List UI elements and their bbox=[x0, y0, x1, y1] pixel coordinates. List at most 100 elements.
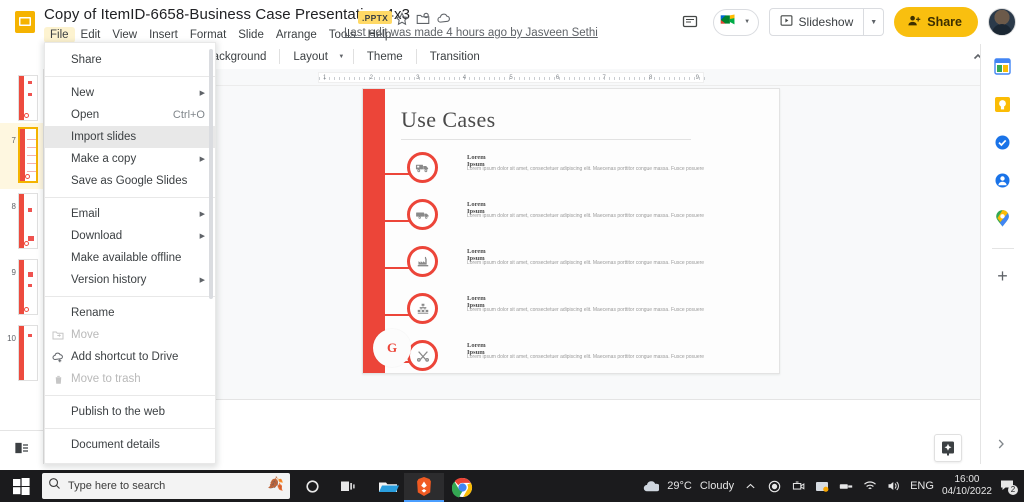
search-input[interactable]: Type here to search 🍂 bbox=[42, 473, 290, 499]
menu-scrollbar[interactable] bbox=[209, 49, 213, 299]
document-title[interactable]: Copy of ItemID-6658-Business Case Presen… bbox=[44, 6, 410, 23]
file-menu-dropdown[interactable]: Share New ▶ Open Ctrl+O Import slides Ma… bbox=[44, 42, 216, 464]
chevron-down-icon[interactable]: ▼ bbox=[742, 19, 753, 25]
slide-thumbnail[interactable] bbox=[18, 259, 38, 315]
row-body: Lorem ipsum dolor sit amet, consectetuer… bbox=[467, 166, 705, 172]
ruler-tick: 3 bbox=[416, 74, 420, 81]
menu-slide[interactable]: Slide bbox=[232, 27, 270, 43]
explore-button[interactable] bbox=[934, 434, 962, 462]
slides-doc-icon[interactable] bbox=[12, 9, 38, 35]
menu-item-import-slides[interactable]: Import slides bbox=[45, 126, 215, 148]
volume-icon[interactable] bbox=[886, 478, 902, 494]
menu-item-rename[interactable]: Rename bbox=[45, 302, 215, 324]
share-label: Share bbox=[927, 15, 962, 29]
list-item[interactable]: 8 bbox=[0, 189, 43, 255]
row-body: Lorem ipsum dolor sit amet, consectetuer… bbox=[467, 260, 705, 266]
row-body: Lorem ipsum dolor sit amet, consectetuer… bbox=[467, 307, 705, 313]
slide-number: 9 bbox=[11, 268, 16, 277]
layout-button[interactable]: Layout ▼ bbox=[286, 46, 347, 68]
clock-date: 04/10/2022 bbox=[941, 486, 992, 497]
list-item[interactable]: 7 bbox=[0, 123, 43, 189]
menu-file[interactable]: File bbox=[44, 26, 75, 43]
slide-thumbnail[interactable] bbox=[18, 75, 38, 121]
explore-icon bbox=[942, 441, 954, 456]
menu-edit[interactable]: Edit bbox=[75, 27, 107, 43]
slide-thumbnail[interactable] bbox=[18, 325, 38, 381]
ruler-tick: 8 bbox=[649, 74, 653, 81]
menu-item-new[interactable]: New ▶ bbox=[45, 82, 215, 104]
menu-item-publish-to-the-web[interactable]: Publish to the web bbox=[45, 401, 215, 423]
filmstrip-view-toggle[interactable] bbox=[0, 430, 43, 464]
comment-history-icon[interactable] bbox=[677, 9, 703, 35]
slide-thumbnail[interactable] bbox=[18, 193, 38, 249]
brave-browser-icon[interactable] bbox=[404, 473, 444, 502]
slideshow-button[interactable]: Slideshow bbox=[768, 8, 865, 36]
usb-icon[interactable] bbox=[838, 478, 854, 494]
menu-item-make-a-copy[interactable]: Make a copy ▶ bbox=[45, 148, 215, 170]
google-maps-icon[interactable] bbox=[993, 208, 1013, 228]
taskbar-clock[interactable]: 16:00 04/10/2022 bbox=[942, 474, 992, 499]
windows-start-icon[interactable] bbox=[10, 476, 32, 496]
weather-desc[interactable]: Cloudy bbox=[700, 480, 734, 492]
google-meet-icon bbox=[719, 11, 739, 33]
thumb-line bbox=[27, 139, 36, 140]
menu-arrange[interactable]: Arrange bbox=[270, 27, 323, 43]
trash-icon bbox=[51, 372, 65, 386]
cortana-icon[interactable] bbox=[300, 474, 324, 498]
transition-button[interactable]: Transition bbox=[423, 48, 487, 66]
menu-item-make-available-offline[interactable]: Make available offline bbox=[45, 247, 215, 269]
menu-item-download[interactable]: Download ▶ bbox=[45, 225, 215, 247]
slideshow-options-caret[interactable]: ▼ bbox=[864, 8, 885, 36]
drive-cloud-status-icon[interactable] bbox=[436, 11, 453, 28]
show-hidden-icons-chevron[interactable] bbox=[742, 478, 758, 494]
wifi-icon[interactable] bbox=[862, 478, 878, 494]
search-icon bbox=[48, 477, 61, 495]
task-view-icon[interactable] bbox=[336, 474, 360, 498]
menu-item-label: Move to trash bbox=[71, 373, 141, 385]
google-keep-icon[interactable] bbox=[993, 94, 1013, 114]
weather-temp[interactable]: 29°C bbox=[667, 480, 692, 492]
thumb-line bbox=[27, 171, 36, 172]
list-item[interactable]: 10 bbox=[0, 321, 43, 387]
menu-insert[interactable]: Insert bbox=[143, 27, 184, 43]
thumb-logo-dot bbox=[25, 174, 30, 179]
slide-title[interactable]: Use Cases bbox=[401, 107, 496, 133]
toolbar-divider bbox=[415, 49, 417, 64]
menu-item-open[interactable]: Open Ctrl+O bbox=[45, 104, 215, 126]
list-item[interactable] bbox=[0, 71, 43, 123]
expand-panel-button[interactable] bbox=[996, 438, 1006, 453]
language-indicator[interactable]: ENG bbox=[910, 480, 934, 492]
menu-item-version-history[interactable]: Version history ▶ bbox=[45, 269, 215, 291]
action-center-icon[interactable]: 2 bbox=[1000, 478, 1018, 495]
menu-item-save-as-google-slides[interactable]: Save as Google Slides bbox=[45, 170, 215, 192]
theme-button[interactable]: Theme bbox=[360, 48, 410, 66]
menu-item-email[interactable]: Email ▶ bbox=[45, 203, 215, 225]
menu-item-add-shortcut-to-drive[interactable]: Add shortcut to Drive bbox=[45, 346, 215, 368]
chevron-down-icon[interactable]: ▼ bbox=[336, 54, 347, 60]
list-item[interactable]: 9 bbox=[0, 255, 43, 321]
menu-format[interactable]: Format bbox=[184, 27, 232, 43]
last-edit-info[interactable]: Last edit was made 4 hours ago by Jasvee… bbox=[344, 27, 598, 39]
menu-item-label: Add shortcut to Drive bbox=[71, 351, 179, 363]
slide-logo-badge: G bbox=[373, 329, 411, 367]
menu-view[interactable]: View bbox=[106, 27, 143, 43]
menu-item-share[interactable]: Share bbox=[45, 49, 215, 71]
add-app-button[interactable]: + bbox=[997, 267, 1008, 285]
file-explorer-icon[interactable] bbox=[368, 473, 408, 502]
share-button[interactable]: Share bbox=[894, 7, 978, 37]
ruler-tick: 6 bbox=[555, 74, 560, 81]
move-to-folder-icon[interactable] bbox=[415, 11, 432, 28]
google-tasks-icon[interactable] bbox=[993, 132, 1013, 152]
avatar[interactable] bbox=[988, 8, 1016, 36]
slide-thumbnail[interactable] bbox=[18, 127, 38, 183]
record-icon[interactable] bbox=[766, 478, 782, 494]
submenu-arrow-icon: ▶ bbox=[199, 233, 205, 240]
google-chrome-icon[interactable] bbox=[442, 473, 482, 502]
slide-filmstrip[interactable]: 7 8 9 10 bbox=[0, 69, 44, 464]
camera-icon[interactable] bbox=[790, 478, 806, 494]
google-contacts-icon[interactable] bbox=[993, 170, 1013, 190]
onedrive-icon[interactable] bbox=[814, 478, 830, 494]
google-calendar-icon[interactable] bbox=[993, 56, 1013, 76]
slide-canvas[interactable]: Use Cases Lorem Ipsum Lorem ipsum dolor … bbox=[362, 88, 780, 374]
google-meet-button[interactable]: ▼ bbox=[712, 8, 759, 36]
